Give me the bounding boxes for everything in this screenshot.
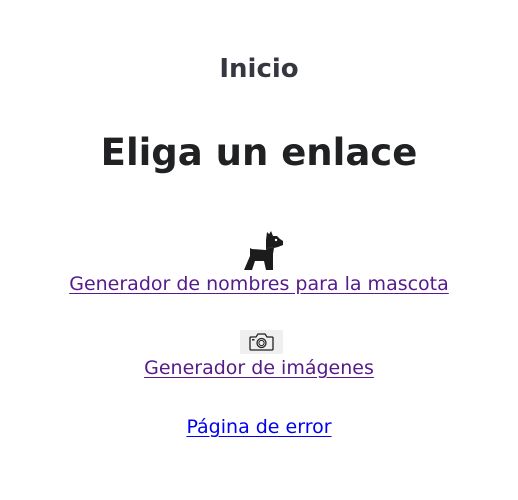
camera-icon[interactable]	[240, 330, 283, 354]
home-link[interactable]: Inicio	[0, 52, 518, 86]
image-generator-link[interactable]: Generador de imágenes	[0, 356, 518, 380]
pet-name-generator-link[interactable]: Generador de nombres para la mascota	[0, 272, 518, 296]
dog-icon[interactable]	[240, 230, 284, 272]
error-page-link[interactable]: Página de error	[0, 415, 518, 439]
page: Inicio Eliga un enlace Generador de nomb…	[0, 0, 518, 500]
page-title: Eliga un enlace	[100, 131, 418, 174]
